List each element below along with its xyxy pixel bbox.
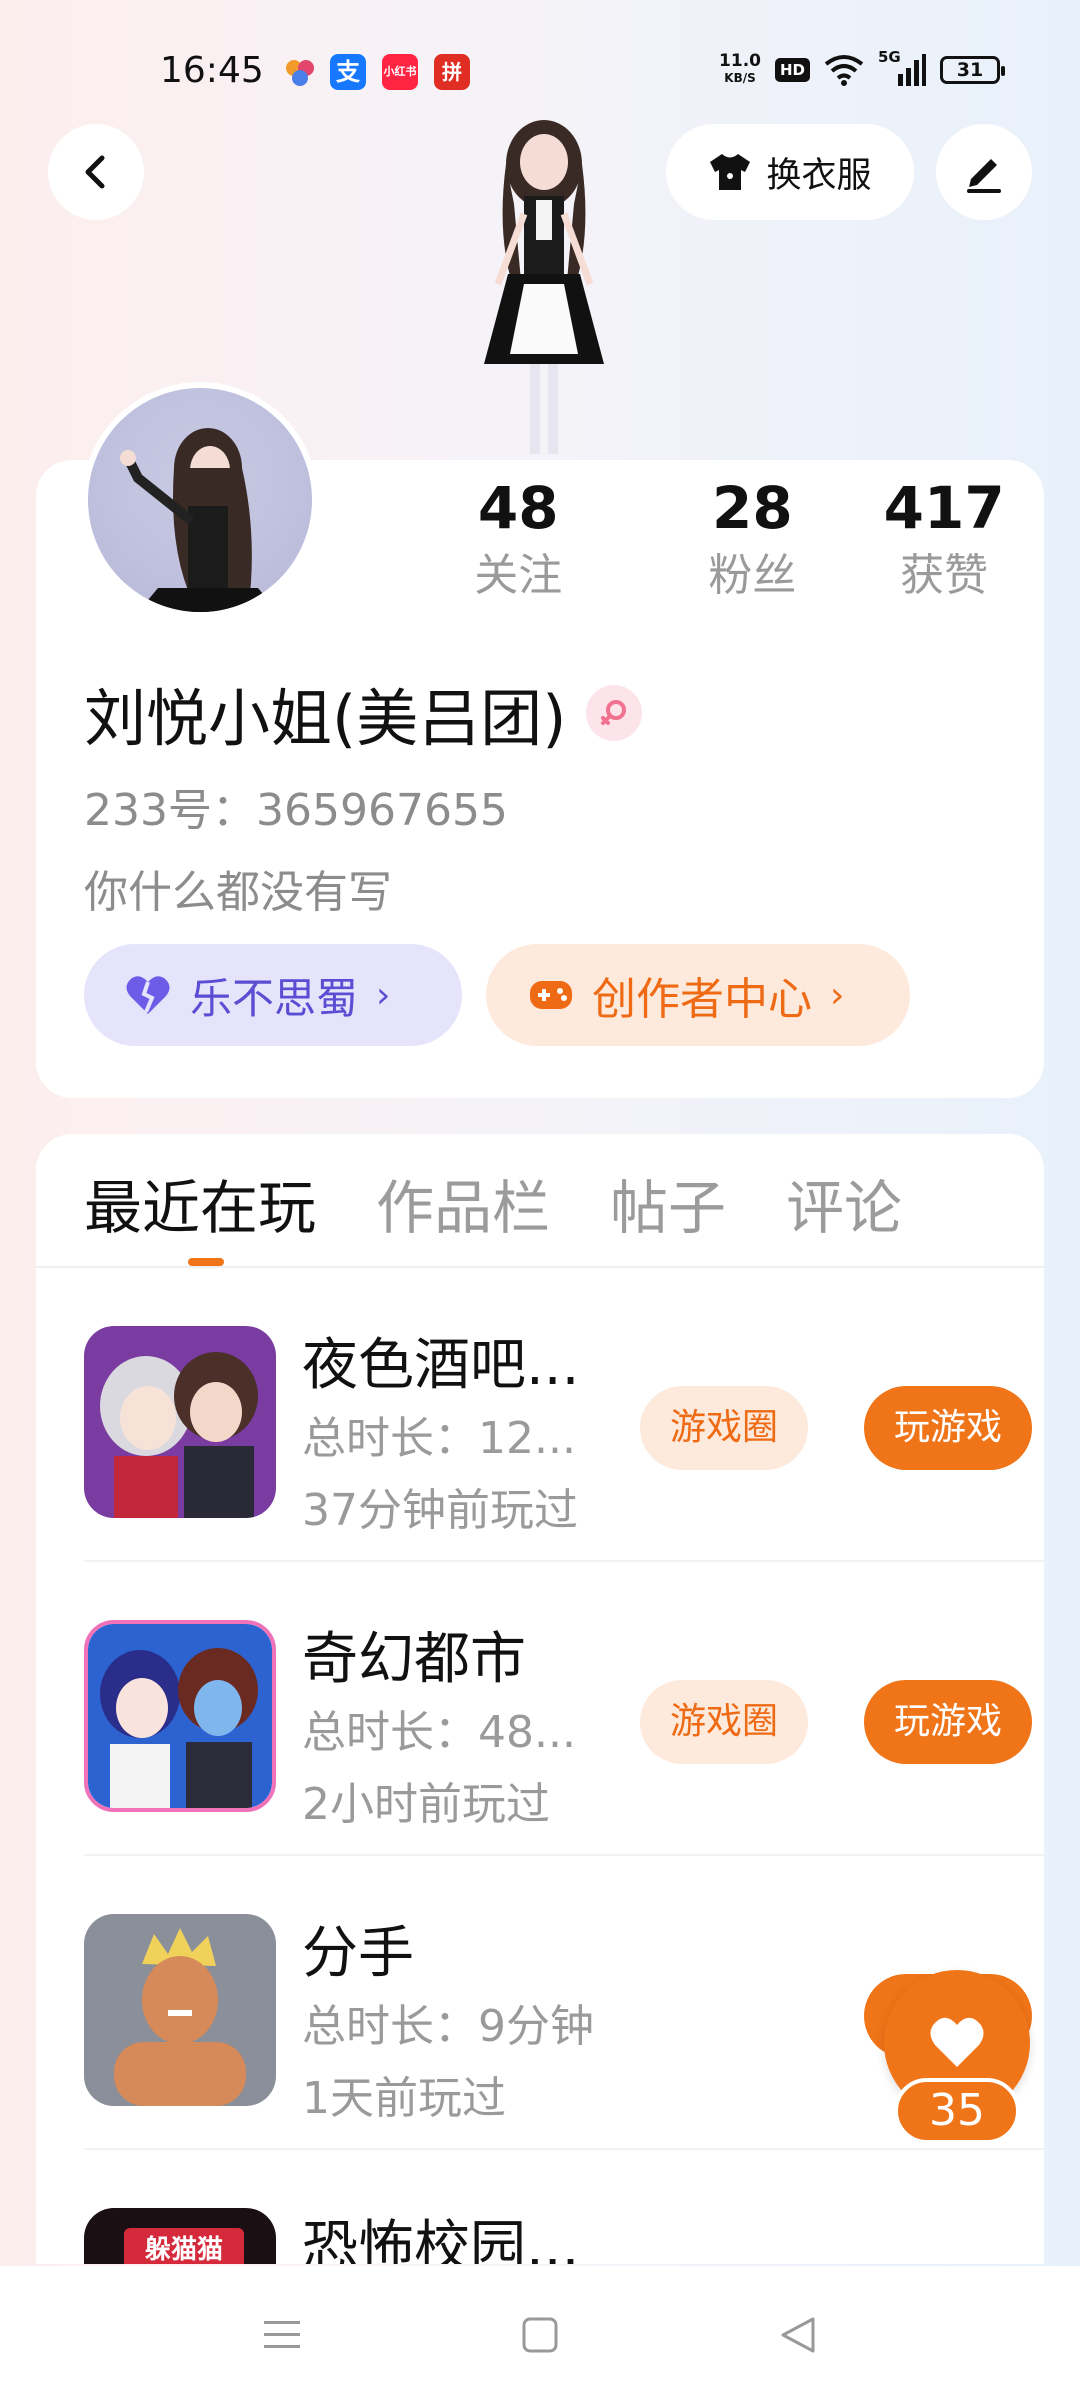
game-icon (84, 1326, 276, 1518)
photo-app-icon (282, 54, 318, 90)
username-row: 刘悦小姐(美吕团) (84, 668, 643, 758)
likes-count: 417 (883, 474, 1005, 542)
edit-profile-button[interactable] (936, 124, 1032, 220)
status-time: 16:45 (160, 50, 264, 91)
bio: 你什么都没有写 (84, 867, 392, 918)
game-duration: 总时长：12... (302, 1413, 576, 1464)
network-speed-value: 11.0 (719, 51, 761, 71)
network-speed: 11.0 KB/S (719, 53, 761, 87)
pen-icon (967, 159, 1001, 193)
game-title: 分手 (302, 1921, 414, 1986)
xiaohongshu-icon: 小红书 (382, 54, 418, 90)
play-game-button[interactable]: 玩游戏 (864, 1680, 1032, 1764)
like-count-badge: 35 (894, 2078, 1020, 2144)
game-duration: 总时长：9分钟 (302, 2001, 594, 2052)
game-list-item[interactable]: 奇幻都市 总时长：48... 2小时前玩过 游戏圈 玩游戏 (84, 1562, 1044, 1856)
status-right-group: 11.0 KB/S HD 5G 31 (719, 48, 1005, 90)
system-nav-bar (0, 2266, 1080, 2400)
network-speed-unit: KB/S (724, 71, 756, 85)
heart-icon (126, 976, 170, 1014)
character-figure[interactable] (454, 104, 634, 464)
menu-icon (264, 2321, 300, 2348)
following-count: 48 (477, 474, 559, 542)
chevron-right-icon: › (830, 974, 845, 1016)
heart-icon (930, 2017, 984, 2067)
profile-stats: 48 关注 28 粉丝 417 获赞 (460, 470, 1040, 606)
alipay-icon: 支 (330, 54, 366, 90)
back-button[interactable] (48, 124, 144, 220)
menu-nav-button[interactable] (257, 2310, 307, 2360)
followers-count: 28 (712, 474, 793, 542)
avatar[interactable] (82, 382, 318, 618)
game-title: 恐怖校园... (302, 2215, 580, 2264)
game-circle-button[interactable]: 游戏圈 (640, 1386, 808, 1470)
tab-works[interactable]: 作品栏 (376, 1168, 550, 1248)
game-title: 夜色酒吧... (302, 1333, 580, 1398)
tab-posts[interactable]: 帖子 (610, 1168, 726, 1248)
square-icon (522, 2317, 558, 2353)
game-icon: 躲猫猫 (84, 2208, 276, 2264)
chevron-left-icon (85, 155, 105, 189)
triangle-back-icon (781, 2317, 815, 2353)
change-outfit-button[interactable]: 换衣服 (666, 124, 914, 220)
game-last-played: 2小时前玩过 (302, 1779, 550, 1830)
home-nav-button[interactable] (515, 2310, 565, 2360)
following-label: 关注 (474, 550, 563, 601)
hd-badge: HD (774, 58, 810, 82)
play-game-button[interactable]: 玩游戏 (864, 1386, 1032, 1470)
group-tag-button[interactable]: 乐不思蜀 › (84, 944, 462, 1046)
female-gender-icon (586, 685, 643, 741)
stat-likes[interactable]: 417 获赞 (848, 470, 1040, 606)
game-title: 奇幻都市 (302, 1627, 526, 1692)
username: 刘悦小姐(美吕团) (84, 682, 567, 755)
tab-recent[interactable]: 最近在玩 (84, 1168, 316, 1248)
game-list-item[interactable]: 夜色酒吧... 总时长：12... 37分钟前玩过 游戏圈 玩游戏 (84, 1268, 1044, 1562)
game-last-played: 1天前玩过 (302, 2073, 506, 2124)
back-nav-button[interactable] (773, 2310, 823, 2360)
creator-center-label: 创作者中心 (592, 974, 812, 1025)
game-last-played: 37分钟前玩过 (302, 1485, 578, 1536)
gamepad-icon (530, 981, 572, 1009)
game-icon-title: 躲猫猫 (145, 2235, 223, 2264)
game-duration: 总时长：48... (302, 1707, 576, 1758)
user-id: 233号：365967655 (84, 785, 508, 836)
change-outfit-label: 换衣服 (766, 155, 872, 196)
group-tag-label: 乐不思蜀 (190, 973, 359, 1023)
game-list-item[interactable]: 躲猫猫 恐怖校园... (84, 2150, 1044, 2264)
content-panel: 最近在玩 作品栏 帖子 评论 夜色酒吧... 总时长：12... 37分钟前玩过… (36, 1134, 1044, 2264)
pinduoduo-icon: 拼 (434, 54, 470, 90)
followers-label: 粉丝 (708, 550, 797, 601)
shirt-icon (710, 154, 751, 190)
wifi-icon (824, 55, 864, 86)
battery-indicator: 31 (940, 56, 1005, 84)
tab-comments[interactable]: 评论 (786, 1168, 902, 1248)
stat-followers[interactable]: 28 粉丝 (657, 470, 849, 606)
likes-label: 获赞 (900, 550, 989, 601)
profile-tabs: 最近在玩 作品栏 帖子 评论 (84, 1168, 902, 1248)
game-circle-button[interactable]: 游戏圈 (640, 1680, 808, 1764)
stat-following[interactable]: 48 关注 (460, 470, 577, 606)
game-icon (84, 1914, 276, 2106)
tab-active-indicator (188, 1258, 224, 1266)
game-icon (84, 1620, 276, 1812)
chevron-right-icon: › (376, 974, 391, 1016)
cellular-signal-icon: 5G (878, 48, 926, 88)
creator-center-button[interactable]: 创作者中心 › (486, 944, 910, 1046)
